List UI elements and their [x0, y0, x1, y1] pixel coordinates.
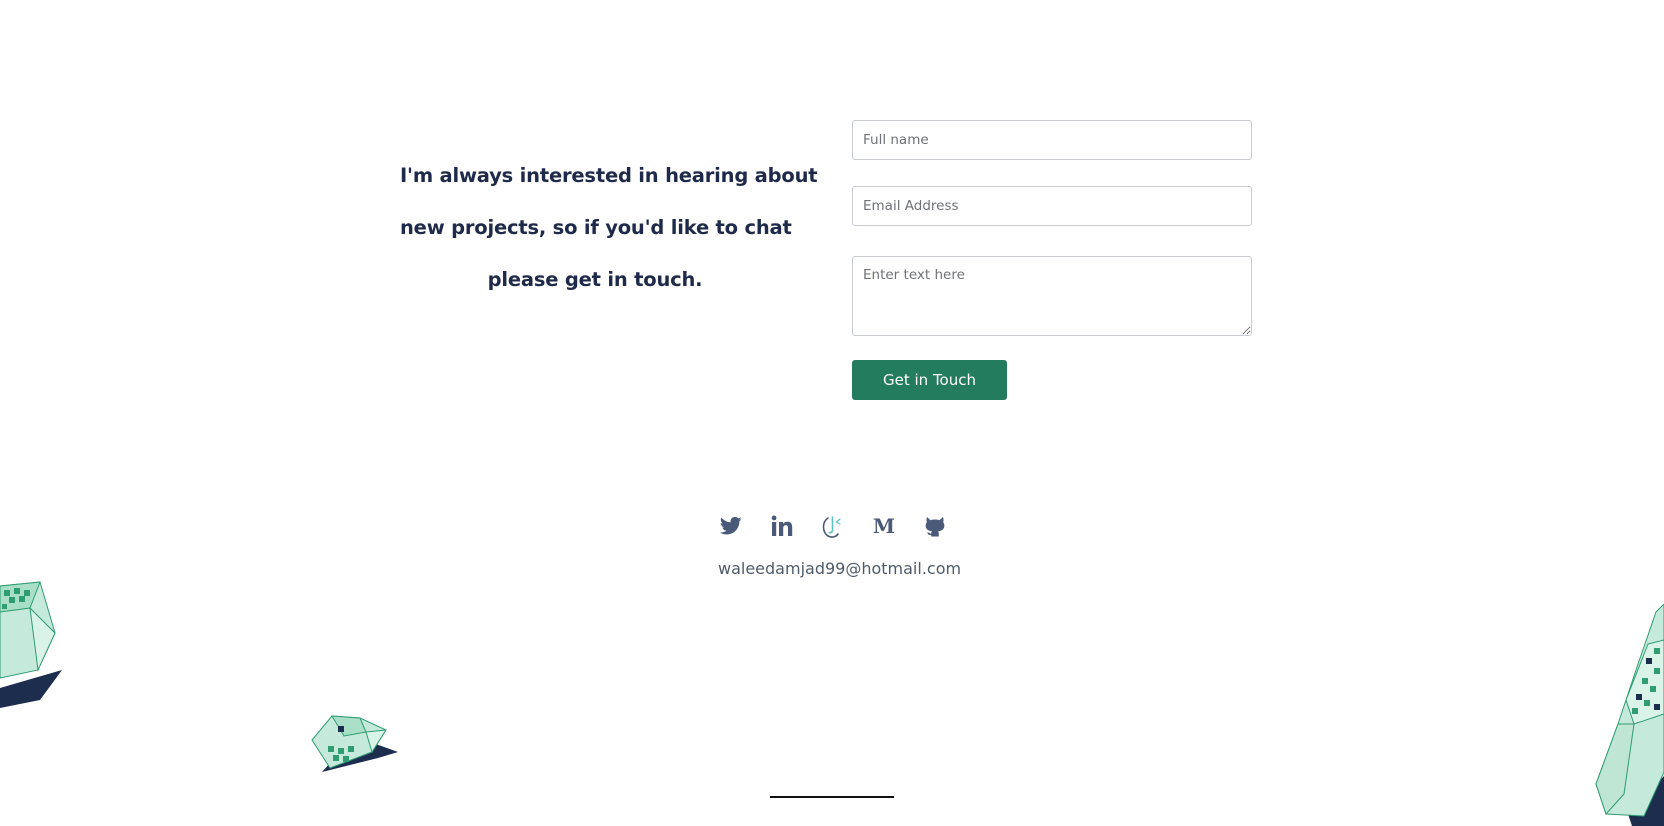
email-input[interactable]	[852, 186, 1252, 226]
intro-text: I'm always interested in hearing about n…	[400, 150, 818, 306]
medium-icon: M	[873, 515, 895, 537]
github-link[interactable]	[919, 510, 951, 542]
contact-form: Get in Touch	[852, 120, 1252, 400]
twitter-icon	[720, 516, 742, 535]
codepen-link[interactable]	[817, 510, 849, 542]
medium-link[interactable]: M	[868, 510, 900, 542]
crystal-decoration-left	[0, 581, 62, 708]
codepen-icon	[822, 516, 841, 538]
full-name-input[interactable]	[852, 120, 1252, 160]
crystal-decoration-small	[311, 715, 398, 772]
linkedin-icon	[771, 515, 793, 536]
intro-line-2: new projects, so if you'd like to chat	[400, 216, 792, 239]
linkedin-link[interactable]	[766, 510, 798, 542]
github-icon	[925, 517, 945, 537]
crystal-decoration-right	[1595, 604, 1664, 826]
contact-email: waleedamjad99@hotmail.com	[718, 559, 962, 578]
get-in-touch-button[interactable]: Get in Touch	[852, 360, 1007, 400]
intro-line-3: please get in touch.	[487, 268, 703, 291]
bottom-divider	[770, 796, 894, 798]
intro-line-1: I'm always interested in hearing about	[400, 164, 818, 187]
message-textarea[interactable]	[852, 256, 1252, 336]
social-links: M	[715, 510, 951, 542]
svg-text:M: M	[873, 515, 895, 537]
contact-section: I'm always interested in hearing about n…	[0, 0, 1664, 826]
twitter-link[interactable]	[715, 510, 747, 542]
